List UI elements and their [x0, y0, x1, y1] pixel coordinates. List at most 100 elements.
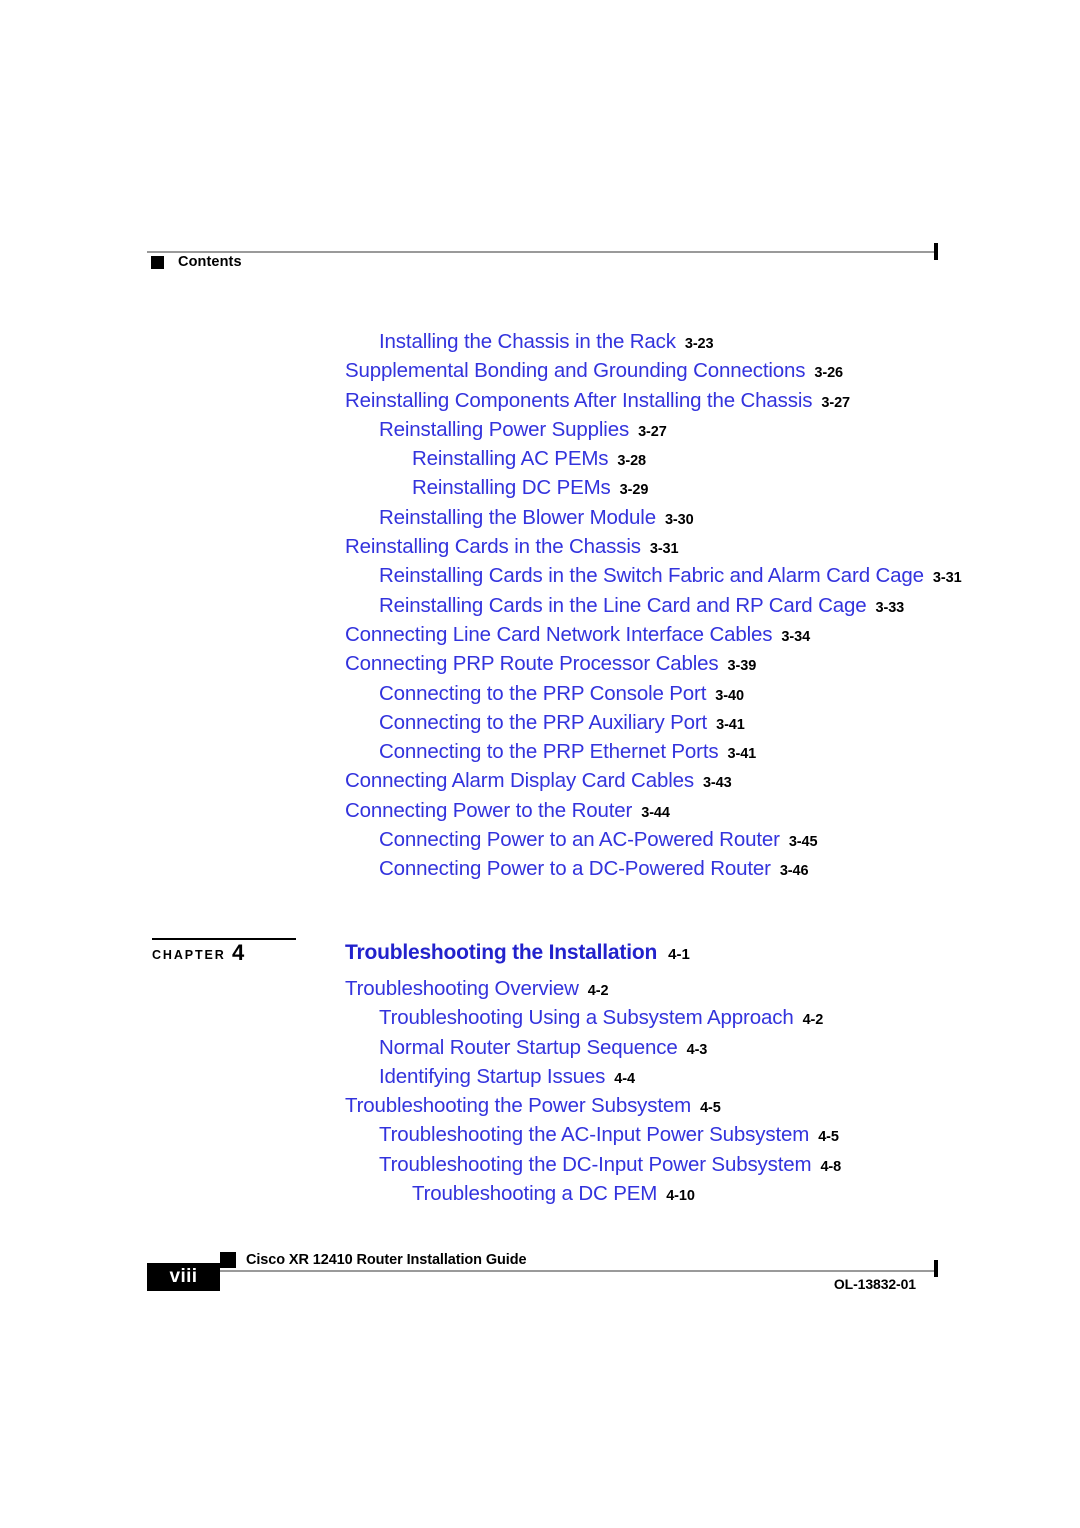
- toc-entry-title: Connecting to the PRP Ethernet Ports: [379, 740, 719, 764]
- toc-entry[interactable]: Troubleshooting a DC PEM 4-10: [0, 1182, 1080, 1211]
- toc-entry-page-number: 3-31: [932, 570, 962, 587]
- toc-entry-title: Connecting to the PRP Console Port: [379, 681, 707, 705]
- footer-rule: [147, 1270, 937, 1272]
- toc-entry-title: Installing the Chassis in the Rack: [379, 330, 676, 353]
- toc-entry-page-number: 3-23: [684, 336, 714, 352]
- toc-entry[interactable]: Reinstalling Cards in the Line Card and …: [0, 594, 1080, 623]
- toc-entry-title: Reinstalling the Blower Module: [379, 505, 656, 529]
- toc-entry-page-number: 3-27: [638, 423, 667, 440]
- toc-list-chapter-3: Installing the Chassis in the Rack 3-23 Su…: [0, 330, 1080, 887]
- toc-entry-page-number: 3-40: [715, 687, 744, 704]
- toc-entry-page-number: 3-46: [779, 863, 809, 880]
- toc-entry[interactable]: Troubleshooting Using a Subsystem Approa…: [0, 1006, 1080, 1035]
- toc-entry-page-number: 3-27: [821, 394, 850, 411]
- toc-entry[interactable]: Reinstalling Cards in the Switch Fabric …: [0, 564, 1080, 593]
- toc-entry-title: Reinstalling Power Supplies: [379, 417, 630, 441]
- toc-entry-page-number: 3-41: [716, 716, 745, 733]
- toc-entry-page-number: 3-30: [664, 511, 694, 528]
- toc-entry[interactable]: Troubleshooting the DC-Input Power Subsy…: [0, 1153, 1080, 1182]
- toc-entry-page-number: 4-5: [700, 1100, 721, 1117]
- toc-entry-chapter-title[interactable]: Troubleshooting the Installation 4-1: [345, 941, 690, 965]
- chapter-label: CHAPTER: [152, 948, 226, 962]
- toc-entry-page-number: 4-5: [818, 1129, 839, 1146]
- toc-entry[interactable]: Connecting to the PRP Console Port 3-40: [0, 682, 1080, 711]
- toc-entry-page-number: 3-26: [814, 365, 844, 382]
- toc-entry[interactable]: Reinstalling AC PEMs 3-28: [0, 447, 1080, 476]
- toc-entry-title: Normal Router Startup Sequence: [379, 1035, 678, 1059]
- toc-entry-title: Troubleshooting Overview: [345, 977, 579, 1000]
- toc-entry-title: Troubleshooting a DC PEM: [412, 1182, 658, 1206]
- toc-entry-page-number: 3-41: [727, 746, 757, 763]
- toc-entry-title: Reinstalling Cards in the Switch Fabric …: [379, 564, 924, 588]
- page-footer: viii Cisco XR 12410 Router Installation …: [147, 1248, 938, 1304]
- toc-entry-title: Reinstalling AC PEMs: [412, 447, 609, 471]
- footer-document-id: OL-13832-01: [833, 1276, 916, 1292]
- toc-entry-title: Reinstalling Cards in the Chassis: [345, 535, 641, 559]
- toc-entry-page-number: 3-31: [649, 541, 679, 558]
- chapter-rule: [152, 938, 296, 940]
- toc-entry-title: Connecting Power to an AC-Powered Router: [379, 828, 780, 852]
- toc-entry-title: Connecting PRP Route Processor Cables: [345, 652, 719, 676]
- chapter-page-number: 4-1: [668, 946, 690, 963]
- toc-entry-title: Supplemental Bonding and Grounding Conne…: [345, 359, 806, 383]
- toc-entry-page-number: 3-34: [781, 628, 811, 645]
- toc-entry-page-number: 4-3: [686, 1041, 708, 1058]
- toc-entry-page-number: 4-4: [614, 1070, 635, 1087]
- toc-entry-title: Connecting Power to the Router: [345, 798, 633, 822]
- toc-entry[interactable]: Reinstalling Components After Installing…: [0, 389, 1080, 418]
- document-page: Contents Installing the Chassis in the R…: [0, 0, 1080, 1528]
- toc-entry-page-number: 3-29: [619, 482, 649, 499]
- toc-entry-title: Identifying Startup Issues: [379, 1064, 606, 1088]
- toc-entry[interactable]: Reinstalling Power Supplies 3-27: [0, 418, 1080, 447]
- toc-entry[interactable]: Troubleshooting the Power Subsystem 4-5: [0, 1094, 1080, 1123]
- toc-entry-title: Reinstalling Cards in the Line Card and …: [379, 593, 867, 617]
- footer-rule-end-tick: [934, 1260, 938, 1277]
- toc-entry-page-number: 4-2: [587, 983, 609, 999]
- toc-entry-page-number: 3-43: [702, 775, 732, 792]
- toc-entry[interactable]: Connecting Line Card Network Interface C…: [0, 623, 1080, 652]
- toc-entry-title: Connecting to the PRP Auxiliary Port: [379, 710, 708, 734]
- toc-entry-page-number: 3-39: [727, 658, 757, 675]
- toc-entry[interactable]: Connecting PRP Route Processor Cables 3-3…: [0, 652, 1080, 681]
- chapter-title: Troubleshooting the Installation: [345, 941, 658, 964]
- toc-entry-title: Connecting Line Card Network Interface C…: [345, 622, 773, 646]
- toc-entry[interactable]: Connecting Power to an AC-Powered Router…: [0, 828, 1080, 857]
- toc-entry[interactable]: Installing the Chassis in the Rack 3-23: [0, 330, 1080, 359]
- toc-entry[interactable]: Connecting to the PRP Auxiliary Port 3-41: [0, 711, 1080, 740]
- toc-entry-title: Troubleshooting the AC-Input Power Subsy…: [379, 1123, 810, 1147]
- toc-entry-page-number: 3-45: [788, 834, 818, 851]
- toc-entry[interactable]: Identifying Startup Issues 4-4: [0, 1065, 1080, 1094]
- page-header: Contents: [147, 243, 938, 278]
- black-square-icon: [220, 1252, 236, 1268]
- toc-entry-page-number: 4-8: [820, 1158, 842, 1175]
- toc-entry-title: Troubleshooting the DC-Input Power Subsy…: [379, 1152, 812, 1176]
- header-label: Contents: [178, 254, 242, 270]
- toc-entry[interactable]: Connecting Power to a DC-Powered Router 3…: [0, 857, 1080, 886]
- toc-entry-title: Reinstalling DC PEMs: [412, 476, 611, 500]
- toc-entry[interactable]: Supplemental Bonding and Grounding Conne…: [0, 359, 1080, 388]
- toc-entry-page-number: 3-44: [641, 804, 670, 821]
- toc-entry[interactable]: Reinstalling Cards in the Chassis 3-31: [0, 535, 1080, 564]
- toc-entry[interactable]: Connecting Power to the Router 3-44: [0, 799, 1080, 828]
- toc-entry-title: Connecting Power to a DC-Powered Router: [379, 857, 771, 881]
- toc-entry-title: Troubleshooting Using a Subsystem Approa…: [379, 1006, 794, 1030]
- toc-entry[interactable]: Normal Router Startup Sequence 4-3: [0, 1036, 1080, 1065]
- footer-document-title: Cisco XR 12410 Router Installation Guide: [246, 1252, 527, 1268]
- toc-entry-page-number: 3-33: [875, 599, 905, 616]
- black-square-icon: [151, 256, 164, 269]
- toc-entry-page-number: 3-28: [617, 453, 647, 470]
- toc-entry[interactable]: Reinstalling DC PEMs 3-29: [0, 476, 1080, 505]
- header-rule: [147, 251, 937, 253]
- toc-entry-title: Reinstalling Components After Installing…: [345, 388, 813, 412]
- toc-entry[interactable]: Troubleshooting the AC-Input Power Subsy…: [0, 1123, 1080, 1152]
- toc-entry[interactable]: Connecting to the PRP Ethernet Ports 3-41: [0, 740, 1080, 769]
- toc-entry[interactable]: Connecting Alarm Display Card Cables 3-43: [0, 769, 1080, 798]
- toc-list-chapter-4: Troubleshooting Overview 4-2 Troubleshooti…: [0, 977, 1080, 1211]
- toc-entry[interactable]: Troubleshooting Overview 4-2: [0, 977, 1080, 1006]
- toc-entry-title: Connecting Alarm Display Card Cables: [345, 769, 694, 793]
- toc-entry-page-number: 4-2: [802, 1012, 824, 1029]
- toc-entry-title: Troubleshooting the Power Subsystem: [345, 1094, 692, 1118]
- chapter-number: 4: [232, 940, 245, 965]
- toc-entry[interactable]: Reinstalling the Blower Module 3-30: [0, 506, 1080, 535]
- header-rule-end-tick: [934, 243, 938, 260]
